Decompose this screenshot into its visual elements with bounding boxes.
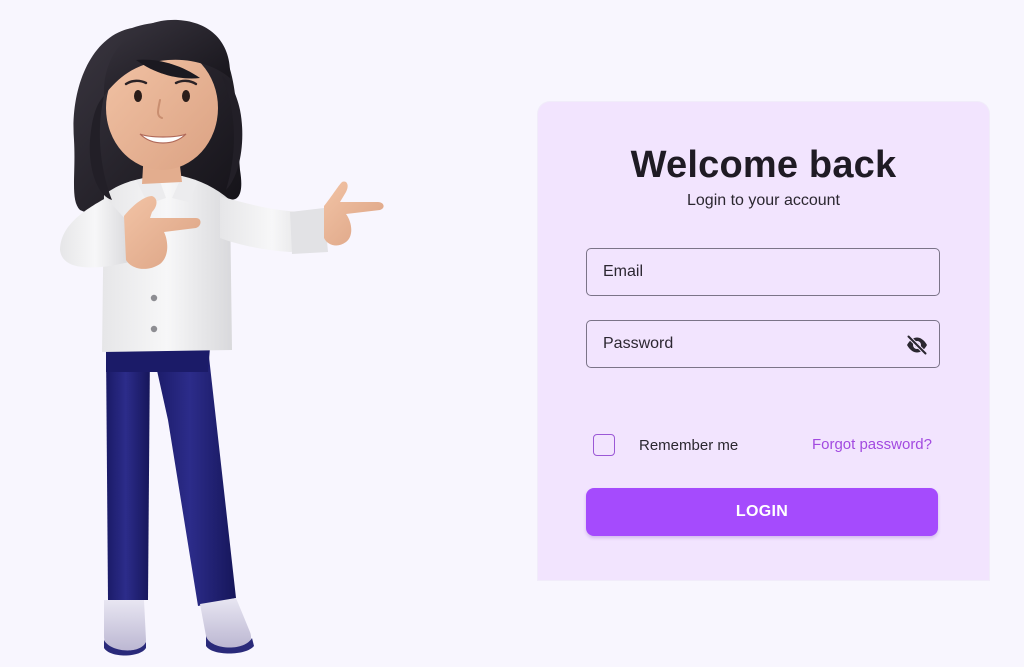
- login-page: Welcome back Login to your account Remem…: [0, 0, 1024, 667]
- password-input[interactable]: [587, 321, 939, 367]
- email-input[interactable]: [587, 249, 939, 295]
- woman-pointing-illustration: [40, 0, 400, 667]
- page-subtitle: Login to your account: [687, 192, 840, 209]
- email-field[interactable]: [586, 248, 940, 296]
- page-title: Welcome back: [630, 144, 897, 186]
- password-field[interactable]: [586, 320, 940, 368]
- remember-me-label[interactable]: Remember me: [639, 437, 738, 454]
- remember-me-row: Remember me: [593, 432, 738, 458]
- remember-me-checkbox[interactable]: [593, 434, 615, 456]
- forgot-password-link[interactable]: Forgot password?: [812, 436, 932, 453]
- login-button[interactable]: LOGIN: [586, 488, 938, 536]
- login-card: Welcome back Login to your account Remem…: [538, 102, 989, 580]
- eye-off-icon[interactable]: [905, 333, 929, 357]
